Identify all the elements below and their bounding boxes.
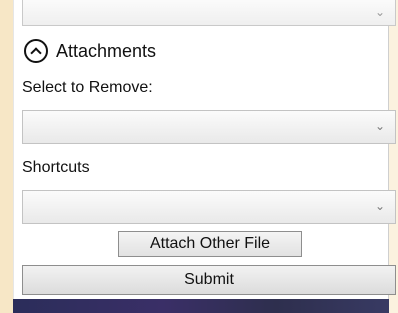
chevron-down-icon: ⌄: [374, 5, 385, 19]
previous-dropdown[interactable]: ⌄: [22, 0, 396, 26]
select-to-remove-label: Select to Remove:: [22, 79, 153, 96]
remove-attachment-dropdown[interactable]: ⌄: [22, 110, 396, 144]
attach-other-file-button[interactable]: Attach Other File: [118, 231, 302, 257]
caret-up-icon: [30, 47, 42, 59]
submit-button[interactable]: Submit: [22, 265, 396, 295]
shortcuts-label: Shortcuts: [22, 159, 90, 176]
collapse-up-icon[interactable]: [24, 39, 48, 63]
attachments-section-toggle[interactable]: Attachments: [24, 36, 156, 66]
desktop-background-strip: [13, 299, 389, 313]
shortcuts-dropdown[interactable]: ⌄: [22, 190, 396, 224]
attachments-label: Attachments: [56, 40, 157, 61]
window-left-edge: [0, 0, 13, 313]
chevron-down-icon: ⌄: [374, 119, 385, 133]
chevron-down-icon: ⌄: [374, 199, 385, 213]
